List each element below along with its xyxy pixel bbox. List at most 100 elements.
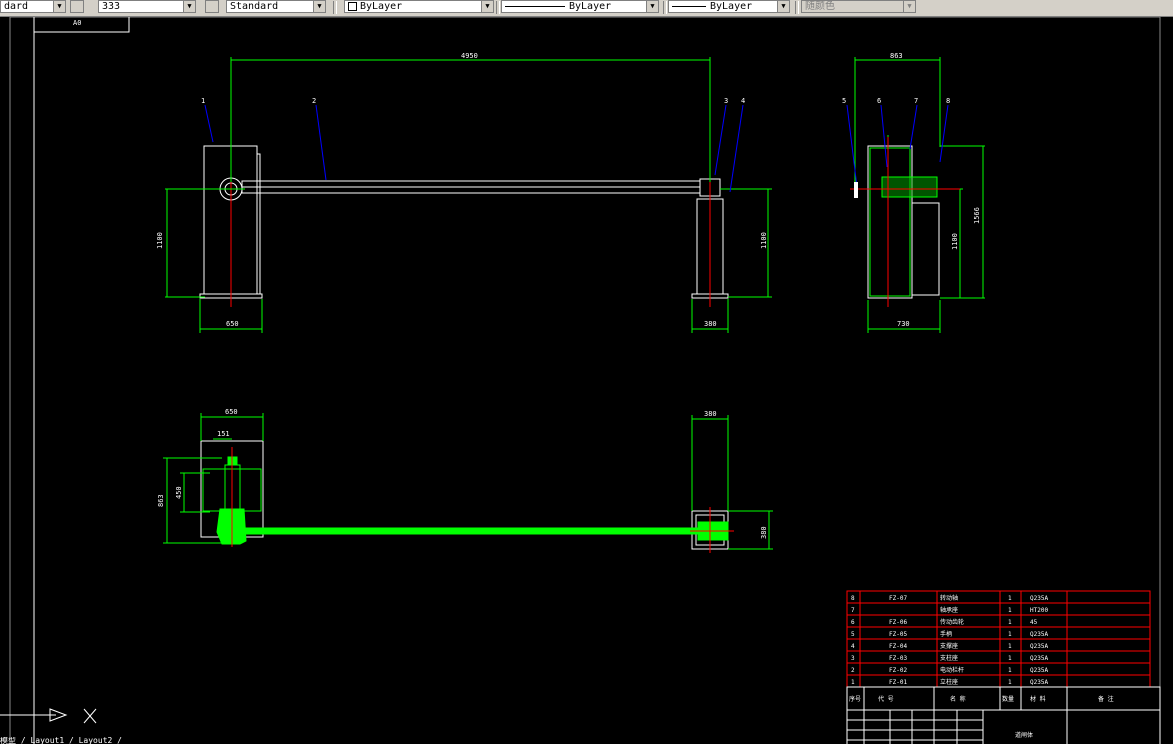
dim-plan-width: 650 [225,408,238,416]
row-code: FZ-06 [889,619,907,626]
balloon-2: 2 [312,97,316,105]
row-name: 支撑座 [940,642,958,650]
row-no: 2 [851,667,855,674]
row-name: 轴承座 [940,606,958,614]
row-qty: 1 [1008,679,1012,686]
balloon-1: 1 [201,97,205,105]
toolbar-separator [333,1,337,14]
balloon-7: 7 [914,97,918,105]
row-material: Q235A [1030,631,1048,638]
handle-shape [854,182,858,198]
header-name: 名 称 [950,695,966,703]
row-no: 7 [851,607,855,614]
table-style-icon[interactable] [205,0,219,13]
layer-value: ByLayer [360,1,403,12]
row-name: 立柱座 [940,678,958,686]
dim-value: 333 [102,1,121,12]
row-material: Q235A [1030,679,1048,686]
layer-combo[interactable]: ByLayer ▼ [344,0,494,13]
title-label: 道闸体 [1015,731,1033,739]
row-qty: 1 [1008,655,1012,662]
plan-view: 650 151 863 450 380 380 [157,408,773,553]
row-material: Q235A [1030,595,1048,602]
linetype-value: ByLayer [569,1,612,12]
row-name: 手柄 [940,630,952,638]
row-name: 电动栏杆 [940,666,964,674]
dim-plan-inner: 151 [217,430,230,438]
lineweight-combo[interactable]: ByLayer ▼ [668,0,790,13]
row-qty: 1 [1008,595,1012,602]
row-code: FZ-05 [889,631,907,638]
row-no: 6 [851,619,855,626]
dim-left-height: 1100 [156,232,164,249]
plotstyle-value: 随颜色 [805,1,835,12]
header-no: 序号 [849,695,861,703]
dim-side-height-b: 1566 [973,207,981,224]
toolbar-separator [496,1,500,14]
toolbar-separator [795,1,799,14]
dim-side-base: 730 [897,320,910,328]
row-qty: 1 [1008,643,1012,650]
header-qty: 数量 [1002,695,1014,703]
text-style-combo[interactable]: dard ▼ [0,0,66,13]
model-space-canvas[interactable]: A0 4950 1100 1100 650 380 1 2 3 4 863 73… [0,17,1173,744]
line-sample-icon [505,5,565,7]
balloon-5: 5 [842,97,846,105]
dim-top-span: 4950 [461,52,478,60]
balloon-8: 8 [946,97,950,105]
row-no: 4 [851,643,855,650]
dim-plan-depth: 863 [157,494,165,507]
front-view: 4950 1100 1100 650 380 1 2 3 4 [156,52,772,333]
dim-style-value: Standard [230,1,279,12]
dim-style-combo[interactable]: Standard ▼ [226,0,326,13]
header-material: 材 料 [1030,695,1046,703]
dim-right-base: 380 [704,320,717,328]
title-tab-label: A0 [73,19,81,27]
row-name: 传动齿轮 [940,618,964,626]
row-no: 8 [851,595,855,602]
row-code: FZ-03 [889,655,907,662]
properties-toolbar: dard ▼ 333 ▼ Standard ▼ ByLayer ▼ ByLaye… [0,0,1173,17]
chevron-down-icon[interactable]: ▼ [481,1,493,12]
row-material: 45 [1030,619,1038,626]
chevron-down-icon[interactable]: ▼ [777,1,789,12]
row-qty: 1 [1008,607,1012,614]
dim-style-icon[interactable] [70,0,84,13]
toolbar-separator [663,1,667,14]
parts-list-table: 8 FZ-07 转动轴 1 Q235A 7 轴承座 1 HT200 6 FZ-0… [846,590,1161,744]
layout-tabs[interactable]: 模型 / Layout1 / Layout2 / [0,737,200,744]
row-code: FZ-01 [889,679,907,686]
row-material: Q235A [1030,667,1048,674]
row-qty: 1 [1008,631,1012,638]
dim-side-width: 863 [890,52,903,60]
balloon-4: 4 [741,97,745,105]
row-no: 3 [851,655,855,662]
row-code: FZ-02 [889,667,907,674]
dim-side-height-a: 1100 [951,233,959,250]
ucs-icon [0,708,97,724]
row-qty: 1 [1008,667,1012,674]
header-code: 代 号 [878,695,894,703]
row-no: 5 [851,631,855,638]
row-material: HT200 [1030,607,1048,614]
chevron-down-icon: ▼ [903,1,915,12]
chevron-down-icon[interactable]: ▼ [313,1,325,12]
balloon-3: 3 [724,97,728,105]
plotstyle-combo: 随颜色 ▼ [801,0,916,13]
dim-plan-right-width: 380 [704,410,717,418]
side-view: 863 730 1100 1566 5 6 7 8 [842,52,985,333]
row-name: 转动轴 [940,594,958,602]
row-material: Q235A [1030,643,1048,650]
linetype-combo[interactable]: ByLayer ▼ [501,0,659,13]
color-swatch-icon [348,1,357,11]
row-name: 支柱座 [940,654,958,662]
chevron-down-icon[interactable]: ▼ [53,1,65,12]
row-code: FZ-07 [889,595,907,602]
dim-right-height: 1100 [760,232,768,249]
text-style-value: dard [4,1,29,12]
line-sample-icon [672,5,706,7]
chevron-down-icon[interactable]: ▼ [646,1,658,12]
dim-value-combo[interactable]: 333 ▼ [98,0,196,13]
chevron-down-icon[interactable]: ▼ [183,1,195,12]
sheet-border [9,17,1161,744]
